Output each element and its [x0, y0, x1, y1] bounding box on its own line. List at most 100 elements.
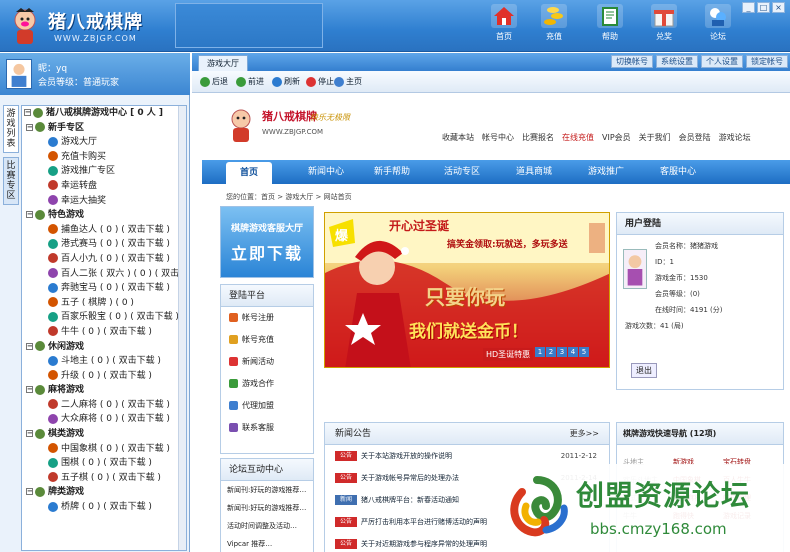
minimize-button[interactable]: _: [742, 2, 755, 13]
tree-game-item[interactable]: 百家乐骰宝 ( 0 ) ( 双击下载 ): [22, 310, 186, 325]
menu-events[interactable]: 活动专区: [432, 160, 492, 184]
tree-category[interactable]: − 牌类游戏: [22, 485, 186, 500]
nav-help-button[interactable]: 帮助: [590, 2, 630, 46]
christmas-banner[interactable]: 爆 开心过圣诞 搞笑金领取:玩就送，多玩多送 只要你玩 我们就送金币！ HD圣诞…: [324, 212, 610, 368]
tree-game-item[interactable]: 中国象棋 ( 0 ) ( 双击下载 ): [22, 442, 186, 457]
system-settings-button[interactable]: 系统设置: [656, 55, 698, 68]
avatar[interactable]: [6, 59, 32, 89]
site-logo[interactable]: 猪八戒棋牌 快乐无极限 WWW.ZBJGP.COM: [222, 102, 392, 152]
login-item-agent[interactable]: 代理加盟: [221, 395, 313, 417]
collapse-icon[interactable]: −: [26, 430, 33, 438]
forum-item[interactable]: Vipcar 推荐…: [221, 535, 313, 552]
link-member-login[interactable]: 会员登陆: [679, 132, 711, 143]
tree-game-item[interactable]: 围棋 ( 0 ) ( 双击下载 ): [22, 456, 186, 471]
user-status: 会员等级：普通玩家: [38, 78, 120, 88]
tree-game-item[interactable]: 幸运大抽奖: [22, 194, 186, 209]
banner-page-1[interactable]: 1: [535, 347, 545, 357]
back-button[interactable]: 后退: [200, 75, 228, 89]
tree-category[interactable]: − 特色游戏: [22, 208, 186, 223]
tree-game-item[interactable]: 港式赛马 ( 0 ) ( 双击下载 ): [22, 237, 186, 252]
nav-recharge-button[interactable]: 充值: [534, 2, 574, 46]
menu-help[interactable]: 新手帮助: [362, 160, 422, 184]
banner-page-2[interactable]: 2: [546, 347, 556, 357]
download-promo[interactable]: 棋牌游戏客服大厅 立即下载: [220, 206, 314, 278]
tree-game-item[interactable]: 百人小九 ( 0 ) ( 双击下载 ): [22, 252, 186, 267]
menu-news[interactable]: 新闻中心: [296, 160, 356, 184]
login-item-news[interactable]: 新闻活动: [221, 351, 313, 373]
tab-game-hall[interactable]: 游戏大厅: [198, 55, 248, 71]
switch-account-button[interactable]: 切换帐号: [611, 55, 653, 68]
tree-category[interactable]: − 棋类游戏: [22, 427, 186, 442]
link-bookmark[interactable]: 收藏本站: [442, 132, 474, 143]
tab-game-list[interactable]: 游戏列表: [3, 105, 19, 153]
menu-home[interactable]: 首页: [226, 162, 272, 184]
maximize-button[interactable]: □: [757, 2, 770, 13]
forum-item[interactable]: 活动时间调整及活动…: [221, 517, 313, 535]
tree-game-item[interactable]: 幸运转盘: [22, 179, 186, 194]
forum-panel: 论坛互动中心 新闻刊:好玩的游戏推荐… 新闻刊:好玩的游戏推荐… 活动时间调整及…: [220, 458, 314, 552]
login-item-label: 联系客服: [242, 423, 274, 432]
logout-button[interactable]: 退出: [631, 363, 657, 378]
tree-game-item[interactable]: 游戏推广专区: [22, 164, 186, 179]
link-account-center[interactable]: 帐号中心: [482, 132, 514, 143]
login-item-label: 帐号充值: [242, 335, 274, 344]
personal-settings-button[interactable]: 个人设置: [701, 55, 743, 68]
link-online-recharge[interactable]: 在线充值: [562, 132, 594, 143]
banner-page-4[interactable]: 4: [568, 347, 578, 357]
forward-button[interactable]: 前进: [236, 75, 264, 89]
tree-game-item[interactable]: 二人麻将 ( 0 ) ( 双击下载 ): [22, 398, 186, 413]
tree-game-item[interactable]: 牛牛 ( 0 ) ( 双击下载 ): [22, 325, 186, 340]
login-item-cooperate[interactable]: 游戏合作: [221, 373, 313, 395]
link-vip[interactable]: VIP会员: [602, 132, 631, 143]
collapse-icon[interactable]: −: [26, 342, 33, 350]
collapse-icon[interactable]: −: [26, 123, 33, 131]
collapse-icon[interactable]: −: [26, 211, 33, 219]
link-match-signup[interactable]: 比赛报名: [522, 132, 554, 143]
forum-item[interactable]: 新闻刊:好玩的游戏推荐…: [221, 481, 313, 499]
tree-game-item[interactable]: 五子棋 ( 0 ) ( 双击下载 ): [22, 471, 186, 486]
stop-button[interactable]: 停止: [306, 75, 334, 89]
news-tag-badge: 公告: [335, 473, 357, 483]
collapse-icon[interactable]: −: [24, 109, 31, 116]
home-page-button[interactable]: 主页: [334, 75, 362, 89]
tree-game-item[interactable]: 大众麻将 ( 0 ) ( 双击下载 ): [22, 412, 186, 427]
tree-game-item[interactable]: 奔驰宝马 ( 0 ) ( 双击下载 ): [22, 281, 186, 296]
tree-game-item[interactable]: 五子 ( 棋牌 ) ( 0 ): [22, 296, 186, 311]
news-tag-badge: 公告: [335, 517, 357, 527]
tree-category[interactable]: − 休闲游戏: [22, 340, 186, 355]
link-forum[interactable]: 游戏论坛: [719, 132, 751, 143]
folder-icon: [35, 209, 45, 220]
nav-home-button[interactable]: 首页: [484, 2, 524, 46]
login-item-recharge[interactable]: 帐号充值: [221, 329, 313, 351]
tree-game-item[interactable]: 充值卡购买: [22, 150, 186, 165]
lock-account-button[interactable]: 锁定帐号: [746, 55, 788, 68]
banner-page-3[interactable]: 3: [557, 347, 567, 357]
tree-game-item[interactable]: 百人二张 ( 双六 ) ( 0 ) ( 双击下载 ): [22, 267, 186, 282]
link-about[interactable]: 关于我们: [639, 132, 671, 143]
tree-game-item[interactable]: 捕鱼达人 ( 0 ) ( 双击下载 ): [22, 223, 186, 238]
nav-forum-button[interactable]: 论坛: [698, 2, 738, 46]
nav-redeem-button[interactable]: 兑奖: [644, 2, 684, 46]
tab-match-zone[interactable]: 比赛专区: [3, 157, 19, 205]
tree-category[interactable]: − 猪八戒棋牌游戏中心 [ 0 人 ]: [22, 106, 186, 121]
tree-scrollbar[interactable]: [178, 106, 186, 550]
collapse-icon[interactable]: −: [26, 488, 33, 496]
menu-service[interactable]: 客服中心: [648, 160, 708, 184]
forum-item[interactable]: 新闻刊:好玩的游戏推荐…: [221, 499, 313, 517]
tree-game-item[interactable]: 桥牌 ( 0 ) ( 双击下载 ): [22, 500, 186, 515]
news-more-link[interactable]: 更多>>: [570, 423, 599, 445]
login-item-register[interactable]: 帐号注册: [221, 307, 313, 329]
close-button[interactable]: ×: [772, 2, 785, 13]
refresh-button[interactable]: 刷新: [272, 75, 300, 89]
tree-game-item[interactable]: 升级 ( 0 ) ( 双击下载 ): [22, 369, 186, 384]
login-item-service[interactable]: 联系客服: [221, 417, 313, 439]
menu-shop[interactable]: 道具商城: [504, 160, 564, 184]
tree-game-item[interactable]: 斗地主 ( 0 ) ( 双击下载 ): [22, 354, 186, 369]
menu-promote[interactable]: 游戏推广: [576, 160, 636, 184]
tree-game-item[interactable]: 游戏大厅: [22, 135, 186, 150]
collapse-icon[interactable]: −: [26, 386, 33, 394]
tree-category[interactable]: − 麻将游戏: [22, 383, 186, 398]
game-icon: [48, 136, 58, 147]
banner-page-5[interactable]: 5: [579, 347, 589, 357]
tree-category[interactable]: − 新手专区: [22, 121, 186, 136]
